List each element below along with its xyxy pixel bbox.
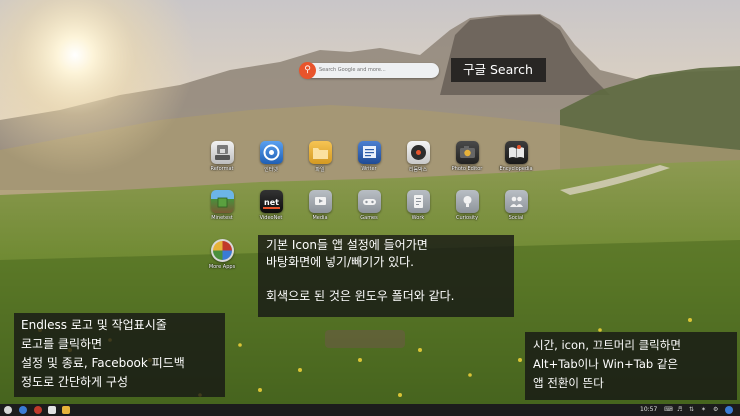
games-folder-icon (357, 190, 381, 213)
browser-icon (259, 141, 283, 164)
annotation-icons: 기본 Icon들 앱 설정에 들어가면 바탕화면에 넣기/빼기가 있다. 회색으… (258, 235, 514, 317)
eng-indicator-icon[interactable]: ⌨ (664, 404, 673, 416)
videonet-icon: net (259, 190, 283, 213)
annotation-line: 기본 Icon들 앱 설정에 들어가면 (266, 238, 428, 252)
files-icon (308, 141, 332, 164)
app-label: Encyclopedia (499, 166, 533, 172)
annotation-line: 회색으로 된 것은 윈도우 폴더와 같다. (266, 289, 455, 303)
app-encyclopedia[interactable]: Encyclopedia (487, 141, 545, 172)
volume-icon[interactable]: ♬ (677, 404, 682, 416)
work-folder-icon (406, 190, 430, 213)
annotation-time: 시간, icon, 끄트머리 클릭하면 Alt+Tab이나 Win+Tab 같은… (525, 332, 737, 400)
search-placeholder: Search Google and more... (319, 67, 386, 73)
photo-editor-icon (455, 141, 479, 164)
app-folder-social[interactable]: Social (487, 190, 545, 221)
app-label: More Apps (208, 264, 236, 270)
curiosity-folder-icon (455, 190, 479, 213)
rhythmbox-icon (406, 141, 430, 164)
app-switcher-icon[interactable] (725, 406, 733, 414)
annotation-line: Endless 로고 및 작업표시줄 (21, 318, 167, 332)
endless-logo-icon[interactable] (4, 406, 12, 414)
folder-taskbar-icon[interactable] (62, 406, 70, 414)
annotation-line: 정도로 간단하게 구성 (21, 375, 128, 389)
reformat-icon (210, 141, 234, 164)
media-folder-icon (308, 190, 332, 213)
taskbar: 10:57 ⌨ ♬ ⇅ ✶ ⚙ (0, 404, 740, 416)
google-search-bar[interactable]: ⚲ Search Google and more... (299, 62, 439, 79)
search-icon[interactable]: ⚲ (299, 62, 316, 79)
annotation-line (266, 271, 506, 288)
annotation-line: 로고를 클릭하면 (21, 337, 103, 351)
settings-icon[interactable]: ⚙ (713, 404, 718, 416)
encyclopedia-icon (504, 141, 528, 164)
app-label: Social (508, 215, 524, 221)
annotation-endless: Endless 로고 및 작업표시줄 로고를 클릭하면 설정 및 종료, Fac… (14, 313, 225, 397)
social-folder-icon (504, 190, 528, 213)
annotation-line: 시간, icon, 끄트머리 클릭하면 (533, 338, 681, 352)
bluetooth-icon[interactable]: ✶ (701, 404, 706, 416)
annotation-line: 앱 전환이 뜬다 (533, 376, 604, 390)
files-taskbar-icon[interactable] (34, 406, 42, 414)
annotation-line: 바탕화면에 넣기/빼기가 있다. (266, 255, 414, 269)
annotation-line: Alt+Tab이나 Win+Tab 같은 (533, 357, 679, 371)
annotation-search: 구글 Search (451, 58, 546, 82)
svg-text:net: net (264, 198, 279, 207)
browser-taskbar-icon[interactable] (19, 406, 27, 414)
taskbar-clock[interactable]: 10:57 (640, 404, 657, 416)
writer-icon (357, 141, 381, 164)
annotation-line: 설정 및 종료, Facebook 피드백 (21, 356, 185, 370)
network-icon[interactable]: ⇅ (689, 404, 694, 416)
app-more-apps[interactable]: More Apps (193, 239, 251, 270)
more-apps-icon (210, 239, 234, 262)
minetest-icon (210, 190, 234, 213)
annotation-text: 구글 Search (463, 62, 533, 77)
rhythmbox-taskbar-icon[interactable] (48, 406, 56, 414)
